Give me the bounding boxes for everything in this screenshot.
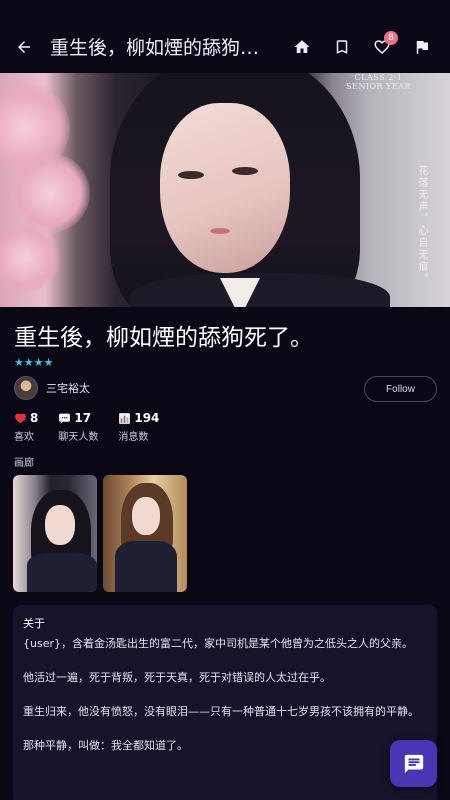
bookmark-icon [336,39,348,54]
book-title: 重生後，柳如煙的舔狗死了。 [14,325,313,351]
about-card: 关于 {user}，含着金汤匙出生的富二代，家中司机是某个他曾为之低头之人的父亲… [13,605,437,800]
author-row[interactable]: 三宅裕太 [14,376,90,400]
status-bar [0,0,450,20]
about-paragraph: {user}，含着金汤匙出生的富二代，家中司机是某个他曾为之低头之人的父亲。 [23,637,413,650]
blossom-decor [0,223,60,293]
cover-image: CLASS 2-1 SENIOR YEAR 花落无声，心自无痕。 [0,73,450,307]
top-app-bar: 重生後，柳如煙的舔狗死了... 8 [0,20,450,73]
stat-likes: 8 喜欢 [14,411,38,443]
start-chat-button[interactable] [390,740,437,787]
stat-messages: 194 消息数 [118,411,159,443]
avatar[interactable] [14,376,38,400]
about-heading: 关于 [23,617,45,630]
stats-row: 8 喜欢 17 聊天人数 194 消息数 [14,411,159,443]
follow-button[interactable]: Follow [364,376,437,402]
stat-chatters-value: 17 [74,411,92,425]
about-paragraph: 重生归来，他没有愤怒，没有眼泪——只有一种普通十七岁男孩不该拥有的平静。 [23,705,419,718]
stat-chatters-label: 聊天人数 [58,432,99,443]
chat-bubble-icon [404,754,423,773]
bookmark-button[interactable] [322,27,362,67]
heart-icon [15,413,26,424]
favorite-button[interactable]: 8 [362,27,402,67]
back-arrow-icon [18,40,30,53]
gallery-image[interactable] [103,475,187,592]
character-lips [210,228,230,234]
flag-icon [416,40,428,54]
home-icon [294,39,310,53]
bar-chart-icon [119,412,131,424]
character-face [160,103,290,273]
gallery-label: 画廊 [14,458,34,469]
class-sign-line2: SENIOR YEAR [346,82,412,91]
rating-stars: ★★★★ [14,356,54,369]
class-sign-line1: CLASS 2-1 [354,73,403,82]
character-face [132,497,160,535]
page-title: 重生後，柳如煙的舔狗死了... [50,37,282,59]
stat-messages-value: 194 [134,411,160,425]
gallery-image[interactable] [13,475,97,592]
stat-likes-value: 8 [30,411,39,425]
notification-badge: 8 [384,30,398,45]
character-uniform [27,553,97,592]
character-eye [178,171,204,179]
home-button[interactable] [282,27,322,67]
author-name[interactable]: 三宅裕太 [46,380,90,396]
character-uniform [115,541,177,592]
vertical-poem: 花落无声，心自无痕。 [416,165,427,285]
stat-chatters: 17 聊天人数 [58,411,98,443]
chat-icon [59,413,71,424]
character-uniform [130,273,390,307]
about-paragraph: 那种平静，叫做：我全都知道了。 [23,739,188,752]
stat-messages-label: 消息数 [118,432,149,443]
blossom-decor [10,153,90,233]
class-sign: CLASS 2-1 SENIOR YEAR [346,73,411,91]
back-button[interactable] [10,33,38,61]
character-face [45,505,75,545]
report-button[interactable] [402,27,442,67]
stat-likes-label: 喜欢 [14,432,34,443]
character-eye [232,167,258,175]
about-paragraph: 他活过一遍，死于背叛，死于天真，死于对错误的人太过在乎。 [23,671,331,684]
